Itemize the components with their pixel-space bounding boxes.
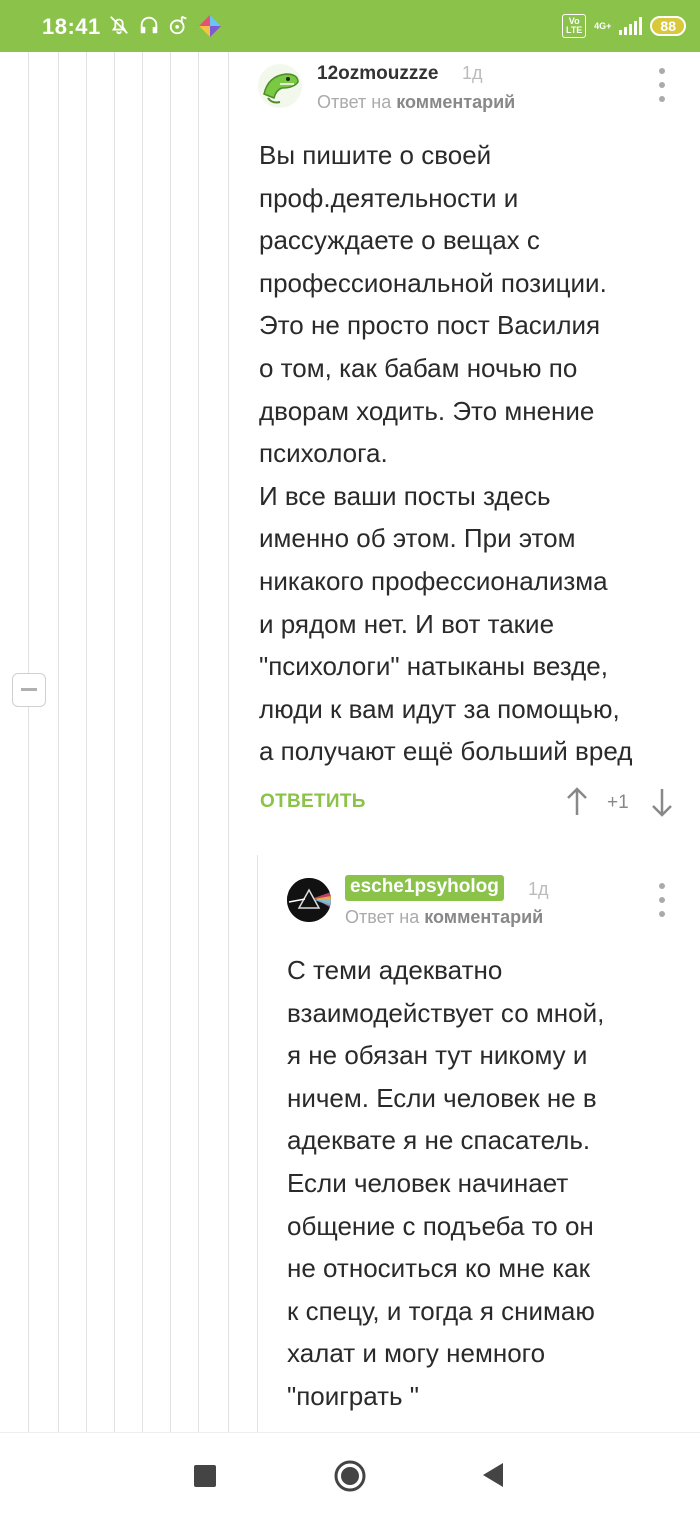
comment-time: 1д [528, 879, 549, 899]
reply-to-line: Ответ на комментарий [345, 907, 543, 928]
back-triangle-icon[interactable] [481, 1461, 505, 1489]
more-options-icon[interactable] [652, 883, 672, 917]
reply-button[interactable]: ОТВЕТИТЬ [260, 791, 366, 813]
more-options-icon[interactable] [652, 68, 672, 102]
volte-badge: Vo LTE [562, 14, 587, 38]
avatar[interactable] [287, 878, 331, 922]
thread-line [114, 52, 115, 1432]
reply-thread-line [257, 855, 258, 1435]
collapse-thread-button[interactable] [12, 673, 46, 707]
prism-avatar-icon [287, 878, 331, 922]
reply-to-line: Ответ на комментарий [317, 92, 515, 113]
bell-off-icon [110, 16, 128, 35]
lizard-avatar-icon [263, 73, 299, 104]
thread-line [86, 52, 87, 1432]
author-badge-username[interactable]: esche1psyholog [345, 875, 504, 901]
thread-line [198, 52, 199, 1432]
avatar[interactable] [258, 64, 302, 108]
thread-line [228, 52, 229, 1432]
network-type: 4G+ [594, 20, 612, 31]
comment-body: С теми адекватно взаимодействует со мной… [287, 955, 605, 1411]
comment-body: Вы пишите о своей проф.деятельности и ра… [259, 140, 633, 767]
app-icon [199, 15, 221, 37]
status-right: Vo LTE 4G+ 88 [562, 14, 686, 38]
thread-line [28, 52, 29, 1432]
comment-username[interactable]: 12ozmouzzze [317, 63, 438, 85]
downvote-arrow-icon[interactable] [651, 787, 673, 817]
comment-rating: +1 [607, 792, 629, 813]
upvote-arrow-icon[interactable] [566, 787, 588, 817]
minus-icon [21, 688, 37, 691]
thread-line [58, 52, 59, 1432]
reply-prefix: Ответ на [317, 92, 392, 112]
signal-icon [619, 17, 643, 35]
thread-line [170, 52, 171, 1432]
music-note-icon [169, 15, 187, 35]
reply-target-link[interactable]: комментарий [424, 907, 543, 927]
system-nav-bar [0, 1432, 700, 1518]
headphones-icon [140, 16, 158, 34]
comment-time: 1д [462, 63, 483, 83]
reply-prefix: Ответ на [345, 907, 420, 927]
thread-line [142, 52, 143, 1432]
home-circle-icon[interactable] [334, 1460, 366, 1492]
reply-target-link[interactable]: комментарий [396, 92, 515, 112]
status-time: 18:41 [42, 14, 101, 39]
battery-indicator: 88 [650, 16, 686, 36]
status-bar: 18:41 Vo LTE 4G+ 88 [0, 0, 700, 52]
recents-square-icon[interactable] [194, 1465, 216, 1487]
status-icons [108, 14, 222, 38]
